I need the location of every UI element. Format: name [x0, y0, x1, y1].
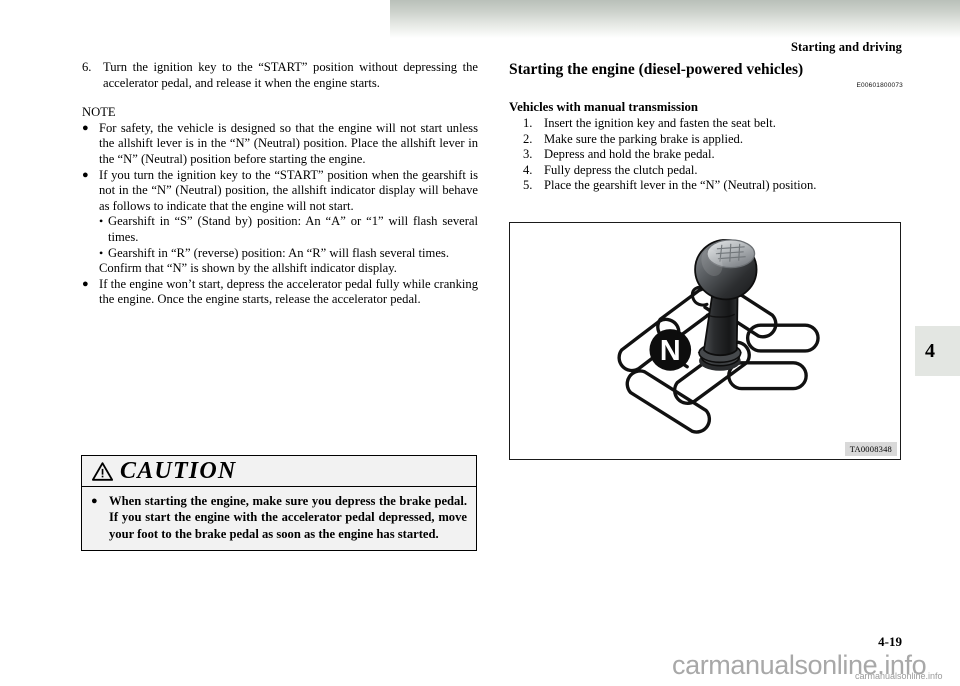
subsection-heading: Vehicles with manual transmission: [509, 100, 699, 114]
note-label: NOTE: [82, 105, 116, 120]
page-header-title: Starting and driving: [790, 40, 902, 54]
caution-box: CAUTION ● When starting the engine, make…: [81, 455, 477, 552]
left-column: 6. Turn the ignition key to the “START” …: [82, 60, 478, 308]
bullet-dot-icon: ●: [82, 121, 89, 134]
step-1-text: Insert the ignition key and fasten the s…: [544, 116, 776, 130]
step-3-text: Depress and hold the brake pedal.: [544, 147, 715, 162]
caution-bullet: ● When starting the engine, make sure yo…: [91, 493, 467, 542]
step-1-marker: 1.: [523, 116, 533, 130]
step-3: 3. Depress and hold the brake pedal.: [523, 147, 903, 163]
page-number: 4-19: [878, 634, 902, 649]
step-5: 5. Place the gearshift lever in the “N” …: [523, 178, 903, 194]
caution-header: CAUTION: [82, 456, 476, 487]
step-1: 1. Insert the ignition key and fasten th…: [523, 116, 903, 132]
figure-id-label: TA0008348: [844, 442, 897, 456]
chapter-tab-number: 4: [925, 339, 935, 362]
neutral-position-marker: N: [649, 329, 692, 371]
step-4-text: Fully depress the clutch pedal.: [544, 162, 698, 177]
top-gradient-band: [390, 0, 960, 38]
bullet-dot-icon: ●: [82, 277, 89, 290]
watermark-small: carmanualsonline.info: [855, 671, 943, 681]
manual-transmission-steps: 1. Insert the ignition key and fasten th…: [509, 116, 903, 194]
note-bullet-3-text: If the engine won’t start, depress the a…: [99, 276, 478, 307]
note-sub-item-1: • Gearshift in “S” (Stand by) position: …: [99, 214, 478, 245]
step-6: 6. Turn the ignition key to the “START” …: [82, 60, 478, 91]
caution-title: CAUTION: [120, 458, 237, 484]
step-6-text: Turn the ignition key to the “START” pos…: [103, 60, 478, 90]
bullet-dot-icon: ●: [82, 168, 89, 181]
sub-bullet-dot-icon: •: [99, 245, 104, 260]
step-5-marker: 5.: [523, 178, 533, 193]
note-bullet-3: ● If the engine won’t start, depress the…: [82, 277, 478, 308]
step-4: 4. Fully depress the clutch pedal.: [523, 163, 903, 179]
section-heading: Starting the engine (diesel-powered vehi…: [509, 61, 804, 78]
step-6-marker: 6.: [82, 60, 92, 74]
note-bullet-1: ● For safety, the vehicle is designed so…: [82, 121, 478, 168]
svg-text:N: N: [660, 335, 681, 367]
note-bullet-2-text: If you turn the ignition key to the “STA…: [99, 167, 478, 213]
chapter-tab: 4: [915, 326, 960, 376]
step-3-marker: 3.: [523, 147, 533, 162]
note-sub-item-2-text: Gearshift in “R” (reverse) position: An …: [108, 245, 449, 260]
step-2-text: Make sure the parking brake is applied.: [544, 131, 743, 146]
caution-text: When starting the engine, make sure you …: [109, 494, 467, 541]
caution-body: ● When starting the engine, make sure yo…: [82, 487, 476, 550]
note-bullet-1-text: For safety, the vehicle is designed so t…: [99, 120, 478, 166]
right-column: Starting the engine (diesel-powered vehi…: [509, 60, 903, 194]
note-bullet-2: ● If you turn the ignition key to the “S…: [82, 168, 478, 215]
warning-triangle-icon: [92, 461, 113, 481]
step-2-marker: 2.: [523, 131, 533, 146]
sub-bullet-dot-icon: •: [99, 214, 104, 229]
step-4-marker: 4.: [523, 162, 533, 177]
step-2: 2. Make sure the parking brake is applie…: [523, 132, 903, 148]
note-sub-item-2: • Gearshift in “R” (reverse) position: A…: [99, 246, 478, 262]
bullet-dot-icon: ●: [91, 495, 98, 507]
note-confirm-text: Confirm that “N” is shown by the allshif…: [99, 261, 397, 276]
step-5-text: Place the gearshift lever in the “N” (Ne…: [544, 178, 817, 193]
gearshift-figure-box: N TA0008348: [509, 222, 901, 460]
manual-gearshift-lever-neutral-illustration: N: [617, 238, 820, 434]
note-sub-item-1-text: Gearshift in “S” (Stand by) position: An…: [108, 214, 478, 244]
reference-code: E00601800073: [856, 82, 903, 89]
